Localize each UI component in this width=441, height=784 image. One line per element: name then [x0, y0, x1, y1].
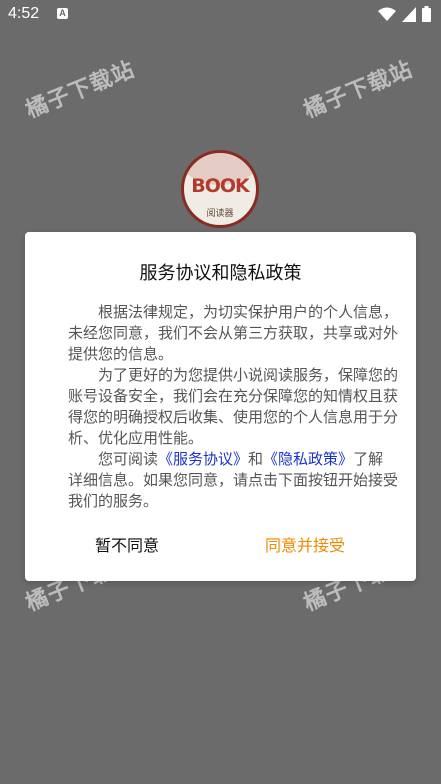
logo-word: BOOK: [191, 175, 250, 197]
privacy-dialog: 服务协议和隐私政策 根据法律规定，为切实保护用户的个人信息，未经您同意，我们不会…: [25, 232, 416, 581]
status-time: 4:52: [8, 5, 40, 22]
privacy-policy-link[interactable]: 《隐私政策》: [263, 450, 353, 468]
app-logo: BOOK 阅读器: [181, 150, 259, 228]
paragraph-legal: 根据法律规定，为切实保护用户的个人信息，未经您同意，我们不会从第三方获取，共享或…: [68, 303, 399, 363]
signal-icon: [402, 6, 416, 22]
status-bar: 4:52 A: [0, 0, 441, 30]
accept-button[interactable]: 同意并接受: [265, 532, 345, 556]
logo-subtitle: 阅读器: [206, 209, 234, 219]
service-agreement-link[interactable]: 《服务协议》: [158, 450, 248, 468]
dialog-title: 服务协议和隐私政策: [139, 263, 302, 284]
paragraph-service: 为了更好的为您提供小说阅读服务，保障您的账号设备安全，我们会在充分保障您的知情权…: [68, 366, 399, 447]
status-icons: [378, 6, 431, 22]
dialog-body: 根据法律规定，为切实保护用户的个人信息，未经您同意，我们不会从第三方获取，共享或…: [68, 302, 398, 512]
decline-button[interactable]: 暂不同意: [95, 532, 159, 556]
wifi-icon: [378, 7, 396, 22]
battery-icon: [422, 6, 431, 22]
watermark: 橘子下载站: [300, 57, 417, 124]
notification-a-icon: A: [57, 8, 68, 19]
paragraph-links-prefix: 您可阅读: [98, 450, 159, 468]
watermark: 橘子下载站: [22, 57, 139, 124]
paragraph-links-and: 和: [248, 450, 264, 468]
paragraph-links: 您可阅读《服务协议》和《隐私政策》了解详细信息。如果您同意，请点击下面按钮开始接…: [68, 449, 398, 512]
